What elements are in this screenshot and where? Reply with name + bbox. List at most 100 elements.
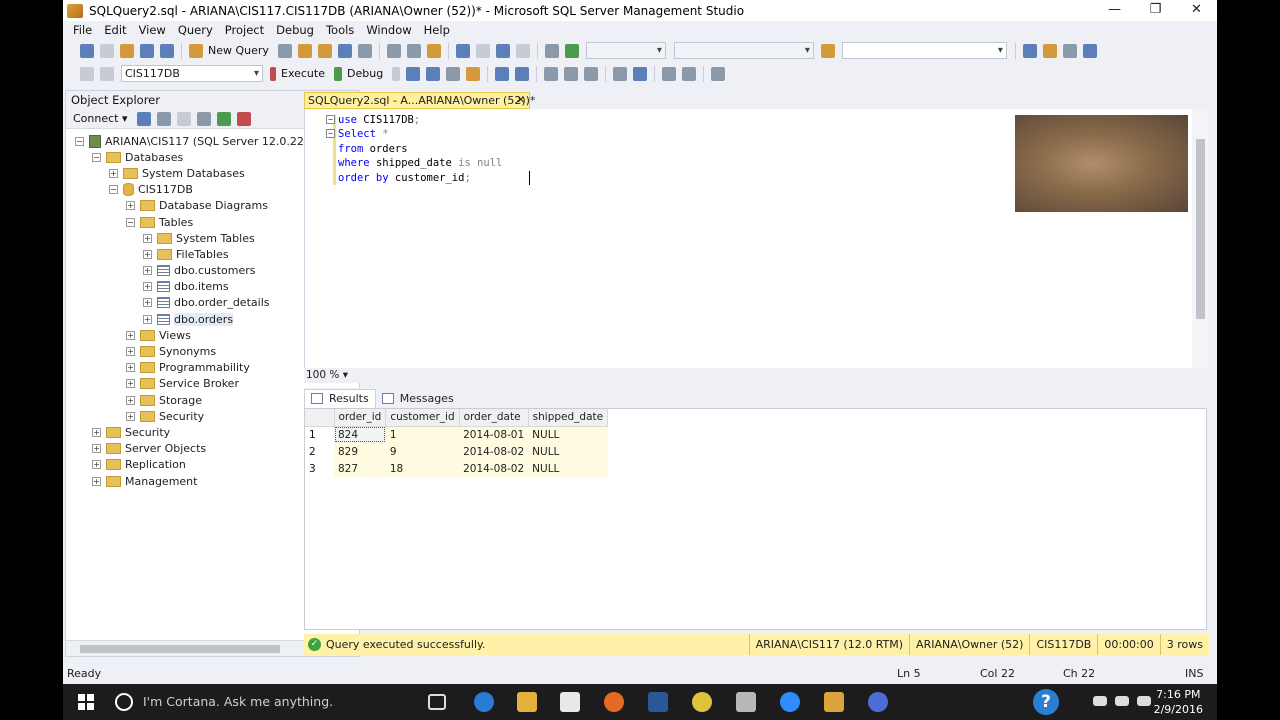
grid-cell[interactable]: NULL [528,426,608,443]
wifi-icon[interactable] [1115,696,1129,706]
editor-vscroll[interactable] [1192,109,1209,368]
execute-button[interactable]: Execute [281,67,325,80]
copy-icon[interactable] [406,43,421,58]
close-tab-icon[interactable]: ✕ [517,93,525,108]
expand-icon[interactable]: + [143,314,152,324]
column-header[interactable]: order_id [334,409,387,427]
menu-file[interactable]: File [67,21,98,39]
paste-icon[interactable] [426,43,441,58]
filter-icon[interactable] [196,111,211,126]
expand-icon[interactable]: + [92,427,101,437]
solution-platform-combo[interactable] [673,42,814,59]
find-combo[interactable] [841,42,1007,59]
outline-collapse-icon[interactable]: − [326,129,335,139]
grid-cell[interactable]: 824 [334,426,386,443]
collapse-icon[interactable]: − [92,152,101,162]
firefox-icon[interactable] [604,692,624,712]
save-icon[interactable] [140,43,154,58]
navigate-back-icon[interactable] [495,43,510,58]
execute-icon[interactable] [270,66,276,81]
expand-icon[interactable]: + [126,395,135,405]
debug-button[interactable]: Debug [347,67,383,80]
activity-monitor-icon[interactable] [236,111,251,126]
increase-indent-icon[interactable] [682,66,697,81]
expand-icon[interactable]: + [126,411,135,421]
row-number[interactable]: 2 [305,443,334,460]
dmx-query-icon[interactable] [337,43,352,58]
xmla-query-icon[interactable] [357,43,372,58]
sql-editor[interactable]: − use CIS117DB; − Select * from orders where … [304,109,1209,368]
grid-cell[interactable]: NULL [528,460,608,477]
add-item-icon[interactable] [100,43,114,58]
grid-cell[interactable]: 2014-08-01 [459,426,529,443]
menu-tools[interactable]: Tools [320,21,360,39]
maximize-button[interactable]: ❐ [1135,0,1176,21]
find-in-files-icon[interactable] [820,43,835,58]
expand-icon[interactable]: + [143,266,152,276]
debug-icon[interactable] [334,66,342,81]
store-icon[interactable] [560,692,580,712]
new-project-icon[interactable] [80,43,94,58]
query-options-icon[interactable] [466,66,481,81]
tab-results[interactable]: Results [304,388,376,408]
task-view-icon[interactable] [428,694,446,710]
row-number[interactable]: 1 [305,426,334,443]
results-grid[interactable]: order_id customer_id order_date shipped_dat… [304,408,1207,630]
connect-dropdown[interactable]: Connect ▾ [73,112,128,125]
decrease-indent-icon[interactable] [662,66,677,81]
row-number[interactable]: 3 [305,460,334,477]
solution-config-combo[interactable] [585,42,666,59]
mdx-query-icon[interactable] [317,43,332,58]
grid-cell[interactable]: 18 [385,460,460,477]
grid-cell[interactable]: 9 [385,443,460,460]
grid-cell[interactable]: NULL [528,443,608,460]
expand-icon[interactable]: + [143,298,152,308]
comment-icon[interactable] [613,66,628,81]
expand-icon[interactable]: + [143,249,152,259]
close-button[interactable]: ✕ [1176,0,1217,21]
analysis-query-icon[interactable] [297,43,312,58]
estimated-plan-icon[interactable] [426,66,441,81]
expand-icon[interactable]: + [126,347,135,357]
results-to-grid-icon[interactable] [564,66,579,81]
connect-icon[interactable] [80,66,94,81]
redo-icon[interactable] [475,43,490,58]
collapse-icon[interactable]: − [109,185,118,195]
corner-cell[interactable] [305,409,335,427]
menu-query[interactable]: Query [172,21,219,39]
menu-debug[interactable]: Debug [270,21,320,39]
collapse-icon[interactable]: − [75,136,84,146]
word-icon[interactable] [648,692,668,712]
cortana-icon[interactable] [115,693,133,711]
outline-collapse-icon[interactable]: − [326,115,335,124]
grid-cell[interactable]: 2014-08-02 [459,443,529,460]
cancel-query-icon[interactable] [392,66,401,81]
windows-start-icon[interactable] [78,694,94,710]
query-designer-icon[interactable] [446,66,461,81]
query-tab[interactable]: SQLQuery2.sql - A...ARIANA\Owner (52))* … [304,92,535,109]
parse-icon[interactable] [406,66,421,81]
grid-cell[interactable]: 1 [385,426,460,443]
expand-icon[interactable]: + [126,363,135,373]
change-connection-icon[interactable] [100,66,114,81]
menu-help[interactable]: Help [418,21,456,39]
solution-explorer-icon[interactable] [1022,43,1037,58]
stop-icon[interactable] [176,111,191,126]
results-to-file-icon[interactable] [584,66,599,81]
print-icon[interactable] [544,43,559,58]
expand-icon[interactable]: + [126,330,135,340]
new-query-icon[interactable] [189,43,203,58]
expand-icon[interactable]: + [92,444,101,454]
column-header[interactable]: customer_id [385,409,460,427]
open-file-icon[interactable] [120,43,134,58]
menu-view[interactable]: View [133,21,172,39]
properties-icon[interactable] [1042,43,1057,58]
menu-project[interactable]: Project [219,21,270,39]
help-icon[interactable]: ? [1033,689,1059,715]
collapse-icon[interactable]: − [126,217,135,227]
zoom-dropdown-icon[interactable]: ▾ [343,369,348,381]
volume-icon[interactable] [1137,696,1151,706]
uncomment-icon[interactable] [633,66,648,81]
window-options-icon[interactable] [1082,43,1097,58]
save-all-icon[interactable] [160,43,174,58]
